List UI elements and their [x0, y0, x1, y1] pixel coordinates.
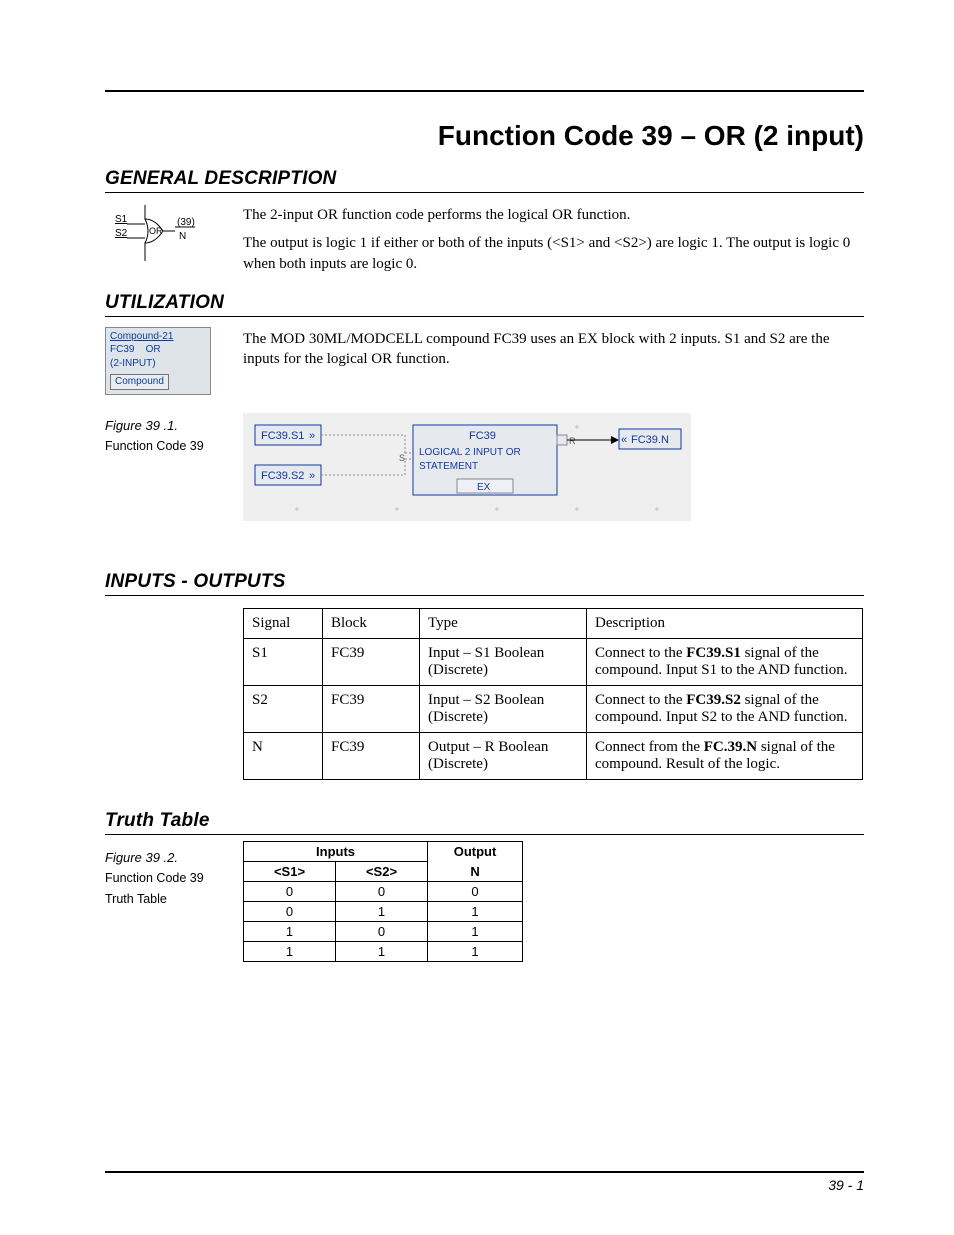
io-n-signal: N: [244, 732, 323, 779]
top-rule: [105, 90, 864, 92]
figure-39-1-caption: Function Code 39: [105, 438, 243, 455]
truth-row-2: 1 0 1: [244, 921, 523, 941]
io-header-row: Signal Block Type Description: [244, 608, 863, 638]
diagram-block-mid: LOGICAL 2 INPUT OR: [419, 447, 521, 458]
section-general-heading: GENERAL DESCRIPTION: [105, 168, 864, 193]
figure-39-1-row: Figure 39 .1. Function Code 39: [105, 403, 864, 521]
diagram-s1: FC39.S1: [261, 430, 304, 442]
io-s2-signal: S2: [244, 685, 323, 732]
svg-text:»: »: [309, 470, 315, 482]
page-number: 39 - 1: [828, 1177, 864, 1193]
io-n-desc: Connect from the FC.39.N signal of the c…: [587, 732, 863, 779]
io-s1-signal: S1: [244, 638, 323, 685]
page-title: Function Code 39 – OR (2 input): [105, 120, 864, 152]
section-utilization-heading: UTILIZATION: [105, 292, 864, 317]
compound-title: Compound-21: [110, 330, 206, 344]
io-row-s2: S2 FC39 Input – S2 Boolean (Discrete) Co…: [244, 685, 863, 732]
svg-text:»: »: [309, 430, 315, 442]
general-row: S1 S2 OR (39) N The 2-input OR function …: [105, 199, 864, 282]
gate-s1-label: S1: [115, 214, 128, 225]
truth-col-n: N: [428, 861, 523, 881]
compound-button: Compound: [110, 374, 169, 390]
general-text-col: The 2-input OR function code performs th…: [243, 199, 864, 282]
io-table-col: Signal Block Type Description S1 FC39 In…: [243, 596, 864, 780]
general-p1: The 2-input OR function code performs th…: [243, 205, 864, 225]
gate-or-label: OR: [149, 226, 163, 236]
compound-box: Compound-21 FC39 OR (2-INPUT) Compound: [105, 327, 211, 395]
page: Function Code 39 – OR (2 input) GENERAL …: [0, 0, 954, 1235]
io-col-signal: Signal: [244, 608, 323, 638]
truth-col-s2: <S2>: [336, 861, 428, 881]
io-row-s1: S1 FC39 Input – S1 Boolean (Discrete) Co…: [244, 638, 863, 685]
truth-hdr-row-2: <S1> <S2> N: [244, 861, 523, 881]
utilization-graphic-col: Compound-21 FC39 OR (2-INPUT) Compound: [105, 323, 243, 395]
svg-text:«: «: [621, 434, 627, 446]
diagram-block-sub: STATEMENT: [419, 461, 478, 472]
page-footer: 39 - 1: [105, 1171, 864, 1193]
svg-text:S: S: [399, 453, 405, 463]
general-p2: The output is logic 1 if either or both …: [243, 233, 864, 274]
io-row-n: N FC39 Output – R Boolean (Discrete) Con…: [244, 732, 863, 779]
diagram-block-top: FC39: [469, 430, 496, 442]
diagram-out: FC39.N: [631, 434, 669, 446]
figure-39-1-number: Figure 39 .1.: [105, 403, 243, 435]
section-truth-heading: Truth Table: [105, 810, 864, 835]
gate-n-label: N: [179, 231, 186, 242]
truth-row: Figure 39 .2. Function Code 39 Truth Tab…: [105, 835, 864, 962]
io-col-block: Block: [323, 608, 420, 638]
gate-s2-label: S2: [115, 228, 128, 239]
io-table: Signal Block Type Description S1 FC39 In…: [243, 608, 863, 780]
compound-line1: FC39 OR: [110, 343, 206, 357]
io-s1-type: Input – S1 Boolean (Discrete): [420, 638, 587, 685]
utilization-text-col: The MOD 30ML/MODCELL compound FC39 uses …: [243, 323, 864, 378]
diagram-s2: FC39.S2: [261, 470, 304, 482]
utilization-p1: The MOD 30ML/MODCELL compound FC39 uses …: [243, 329, 864, 370]
fc39-diagram: FC39.S1 » FC39.S2 » S FC39: [243, 413, 691, 521]
io-s2-type: Input – S2 Boolean (Discrete): [420, 685, 587, 732]
truth-table-col: Inputs Output <S1> <S2> N 0 0 0 0 1 1: [243, 835, 864, 962]
general-graphic-col: S1 S2 OR (39) N: [105, 199, 243, 267]
figure-39-2-caption2: Truth Table: [105, 891, 243, 908]
section-io-heading: INPUTS - OUTPUTS: [105, 571, 864, 596]
truth-col-s1: <S1>: [244, 861, 336, 881]
truth-hdr-row-1: Inputs Output: [244, 841, 523, 861]
figure-39-1-diagram-col: FC39.S1 » FC39.S2 » S FC39: [243, 403, 864, 521]
io-col-desc: Description: [587, 608, 863, 638]
figure-39-2-caption1: Function Code 39: [105, 870, 243, 887]
or-gate-graphic: S1 S2 OR (39) N: [105, 205, 243, 267]
truth-row-0: 0 0 0: [244, 881, 523, 901]
io-n-block: FC39: [323, 732, 420, 779]
diagram-r: R: [569, 436, 576, 446]
utilization-row: Compound-21 FC39 OR (2-INPUT) Compound T…: [105, 323, 864, 395]
diagram-block-type: EX: [477, 482, 491, 493]
truth-hdr-output: Output: [428, 841, 523, 861]
compound-line2: (2-INPUT): [110, 357, 206, 371]
io-s1-desc: Connect to the FC39.S1 signal of the com…: [587, 638, 863, 685]
figure-39-1-caption-col: Figure 39 .1. Function Code 39: [105, 403, 243, 455]
truth-caption-col: Figure 39 .2. Function Code 39 Truth Tab…: [105, 835, 243, 908]
io-row: Signal Block Type Description S1 FC39 In…: [105, 596, 864, 780]
figure-39-2-number: Figure 39 .2.: [105, 835, 243, 867]
io-col-type: Type: [420, 608, 587, 638]
truth-table: Inputs Output <S1> <S2> N 0 0 0 0 1 1: [243, 841, 523, 962]
gate-num-label: (39): [177, 217, 195, 228]
io-n-type: Output – R Boolean (Discrete): [420, 732, 587, 779]
io-s2-block: FC39: [323, 685, 420, 732]
truth-row-3: 1 1 1: [244, 941, 523, 961]
io-s2-desc: Connect to the FC39.S2 signal of the com…: [587, 685, 863, 732]
truth-hdr-inputs: Inputs: [244, 841, 428, 861]
truth-row-1: 0 1 1: [244, 901, 523, 921]
io-s1-block: FC39: [323, 638, 420, 685]
